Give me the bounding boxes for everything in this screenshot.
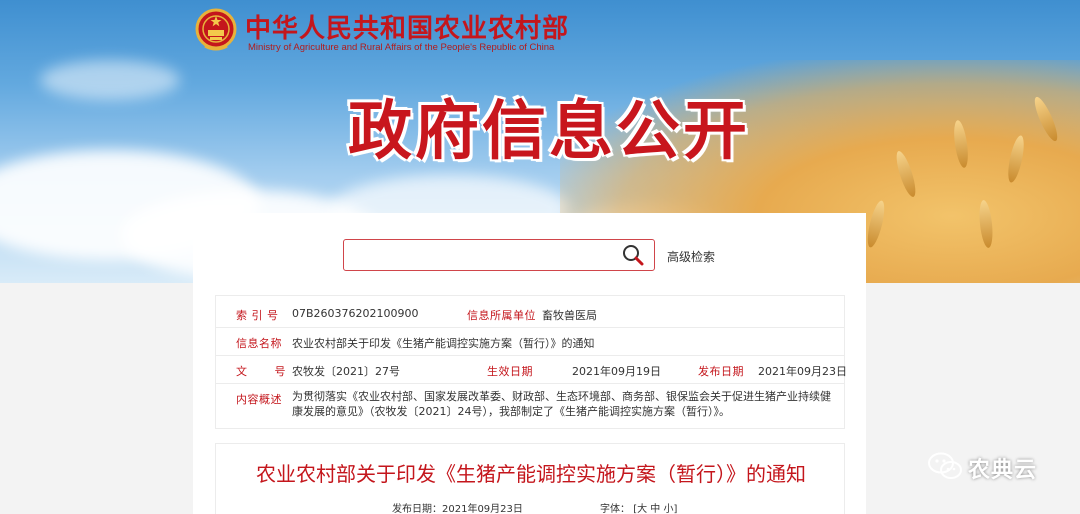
cloud <box>40 60 180 100</box>
owner-unit-value: 畜牧兽医局 <box>542 309 597 322</box>
font-size-large-option[interactable]: 大 <box>637 504 647 514</box>
effective-date-label: 生效日期 <box>487 365 533 378</box>
published-date-value: 2021年09月23日 <box>758 365 847 378</box>
font-size-small-option[interactable]: 小 <box>663 504 673 514</box>
ministry-name-en: Ministry of Agriculture and Rural Affair… <box>248 42 555 53</box>
article-section: 农业农村部关于印发《生猪产能调控实施方案（暂行）》的通知 发布日期：2021年0… <box>215 443 845 514</box>
info-row-index: 索 引 号 07B260376202100900 信息所属单位 畜牧兽医局 <box>216 296 844 328</box>
watermark-text: 农典云 <box>968 458 1038 483</box>
info-name-label: 信息名称 <box>236 337 282 350</box>
index-number-label: 索 引 号 <box>236 309 279 322</box>
article-date-value: 2021年09月23日 <box>442 504 523 514</box>
info-row-name: 信息名称 农业农村部关于印发《生猪产能调控实施方案（暂行）》的通知 <box>216 327 844 356</box>
search-input[interactable] <box>343 239 655 271</box>
page-title: 政府信息公开 <box>348 95 750 169</box>
national-emblem-icon <box>195 8 237 51</box>
info-table: 索 引 号 07B260376202100900 信息所属单位 畜牧兽医局 信息… <box>215 295 847 429</box>
ministry-name-cn: 中华人民共和国农业农村部 <box>245 14 570 44</box>
page: 中华人民共和国农业农村部 Ministry of Agriculture and… <box>0 0 1080 514</box>
font-size-control: 字体： [大 中 小] <box>600 500 677 514</box>
published-date-label: 发布日期 <box>698 365 744 378</box>
article-date-label: 发布日期： <box>392 504 442 514</box>
effective-date-value: 2021年09月19日 <box>572 365 661 378</box>
summary-label: 内容概述 <box>236 393 282 406</box>
document-number-label: 文 号 <box>236 365 298 378</box>
font-size-label: 字体： <box>600 504 630 514</box>
info-row-summary: 内容概述 为贯彻落实《农业农村部、国家发展改革委、财政部、生态环境部、商务部、银… <box>216 383 844 429</box>
summary-value: 为贯彻落实《农业农村部、国家发展改革委、财政部、生态环境部、商务部、银保监会关于… <box>292 390 831 418</box>
info-name-value: 农业农村部关于印发《生猪产能调控实施方案（暂行）》的通知 <box>292 337 595 350</box>
advanced-search-link[interactable]: 高级检索 <box>667 248 715 265</box>
index-number-value: 07B260376202100900 <box>292 307 419 320</box>
owner-unit-label: 信息所属单位 <box>467 309 536 322</box>
font-size-bracket-close: ] <box>673 504 678 514</box>
info-row-document: 文 号 农牧发〔2021〕27号 生效日期 2021年09月19日 发布日期 2… <box>216 355 847 384</box>
search-icon[interactable] <box>621 243 645 267</box>
article-title: 农业农村部关于印发《生猪产能调控实施方案（暂行）》的通知 <box>256 462 806 486</box>
article-publish-date: 发布日期：2021年09月23日 <box>392 500 523 514</box>
font-size-medium-option[interactable]: 中 <box>650 504 660 514</box>
wechat-icon <box>928 452 962 479</box>
document-number-value: 农牧发〔2021〕27号 <box>292 365 400 378</box>
